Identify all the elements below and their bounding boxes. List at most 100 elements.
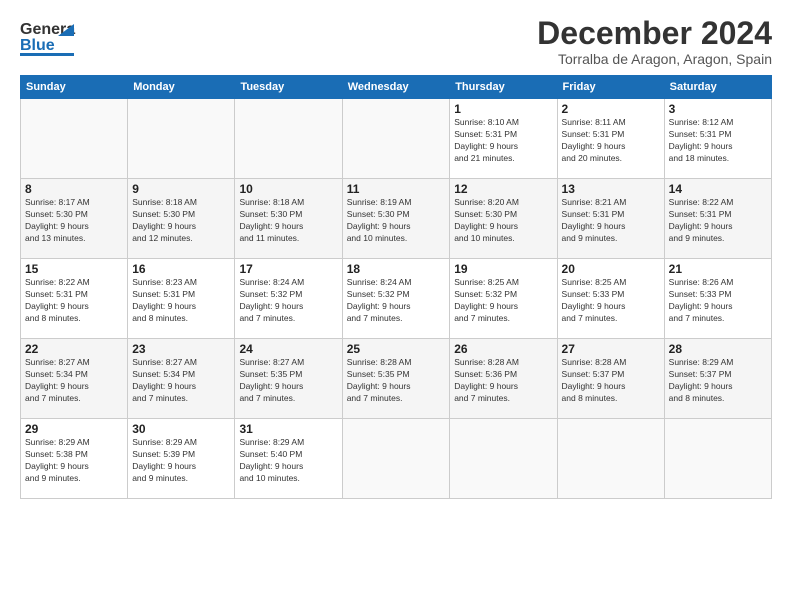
calendar-table: Sunday Monday Tuesday Wednesday Thursday… [20,75,772,499]
day-info: Sunrise: 8:28 AMSunset: 5:36 PMDaylight:… [454,357,552,405]
day-info: Sunrise: 8:10 AMSunset: 5:31 PMDaylight:… [454,117,552,165]
day-number: 15 [25,262,123,276]
day-info: Sunrise: 8:29 AMSunset: 5:40 PMDaylight:… [239,437,337,485]
day-info: Sunrise: 8:22 AMSunset: 5:31 PMDaylight:… [25,277,123,325]
day-info: Sunrise: 8:21 AMSunset: 5:31 PMDaylight:… [562,197,660,245]
day-info: Sunrise: 8:26 AMSunset: 5:33 PMDaylight:… [669,277,767,325]
calendar-cell [557,419,664,499]
day-number: 22 [25,342,123,356]
day-info: Sunrise: 8:17 AMSunset: 5:30 PMDaylight:… [25,197,123,245]
day-number: 26 [454,342,552,356]
calendar-cell: 12Sunrise: 8:20 AMSunset: 5:30 PMDayligh… [450,179,557,259]
day-info: Sunrise: 8:28 AMSunset: 5:35 PMDaylight:… [347,357,446,405]
day-info: Sunrise: 8:29 AMSunset: 5:39 PMDaylight:… [132,437,230,485]
day-number: 14 [669,182,767,196]
day-info: Sunrise: 8:20 AMSunset: 5:30 PMDaylight:… [454,197,552,245]
day-info: Sunrise: 8:11 AMSunset: 5:31 PMDaylight:… [562,117,660,165]
day-number: 20 [562,262,660,276]
calendar-cell: 26Sunrise: 8:28 AMSunset: 5:36 PMDayligh… [450,339,557,419]
page: General Blue December 2024 Torralba de A… [0,0,792,612]
calendar-cell: 2Sunrise: 8:11 AMSunset: 5:31 PMDaylight… [557,99,664,179]
calendar-header-row: Sunday Monday Tuesday Wednesday Thursday… [21,76,772,99]
calendar-cell: 1Sunrise: 8:10 AMSunset: 5:31 PMDaylight… [450,99,557,179]
calendar-cell [235,99,342,179]
day-number: 1 [454,102,552,116]
day-number: 28 [669,342,767,356]
calendar-cell: 9Sunrise: 8:18 AMSunset: 5:30 PMDaylight… [128,179,235,259]
day-number: 19 [454,262,552,276]
col-tuesday: Tuesday [235,76,342,99]
day-info: Sunrise: 8:18 AMSunset: 5:30 PMDaylight:… [132,197,230,245]
day-number: 3 [669,102,767,116]
calendar-cell: 8Sunrise: 8:17 AMSunset: 5:30 PMDaylight… [21,179,128,259]
day-number: 24 [239,342,337,356]
day-info: Sunrise: 8:18 AMSunset: 5:30 PMDaylight:… [239,197,337,245]
day-info: Sunrise: 8:25 AMSunset: 5:32 PMDaylight:… [454,277,552,325]
calendar-cell [450,419,557,499]
calendar-cell [21,99,128,179]
day-number: 23 [132,342,230,356]
calendar-week-2: 8Sunrise: 8:17 AMSunset: 5:30 PMDaylight… [21,179,772,259]
calendar-cell: 19Sunrise: 8:25 AMSunset: 5:32 PMDayligh… [450,259,557,339]
calendar-cell: 15Sunrise: 8:22 AMSunset: 5:31 PMDayligh… [21,259,128,339]
calendar-cell: 20Sunrise: 8:25 AMSunset: 5:33 PMDayligh… [557,259,664,339]
calendar-cell: 21Sunrise: 8:26 AMSunset: 5:33 PMDayligh… [664,259,771,339]
day-number: 2 [562,102,660,116]
day-number: 11 [347,182,446,196]
calendar-cell: 23Sunrise: 8:27 AMSunset: 5:34 PMDayligh… [128,339,235,419]
logo: General Blue [20,16,76,65]
day-info: Sunrise: 8:24 AMSunset: 5:32 PMDaylight:… [239,277,337,325]
day-number: 9 [132,182,230,196]
day-number: 12 [454,182,552,196]
day-number: 13 [562,182,660,196]
col-wednesday: Wednesday [342,76,450,99]
calendar-cell [128,99,235,179]
calendar-cell: 24Sunrise: 8:27 AMSunset: 5:35 PMDayligh… [235,339,342,419]
col-sunday: Sunday [21,76,128,99]
day-info: Sunrise: 8:29 AMSunset: 5:37 PMDaylight:… [669,357,767,405]
day-number: 30 [132,422,230,436]
day-info: Sunrise: 8:25 AMSunset: 5:33 PMDaylight:… [562,277,660,325]
col-friday: Friday [557,76,664,99]
svg-text:Blue: Blue [20,37,55,54]
col-monday: Monday [128,76,235,99]
col-thursday: Thursday [450,76,557,99]
day-info: Sunrise: 8:29 AMSunset: 5:38 PMDaylight:… [25,437,123,485]
calendar-cell: 18Sunrise: 8:24 AMSunset: 5:32 PMDayligh… [342,259,450,339]
calendar-cell: 25Sunrise: 8:28 AMSunset: 5:35 PMDayligh… [342,339,450,419]
calendar-cell: 28Sunrise: 8:29 AMSunset: 5:37 PMDayligh… [664,339,771,419]
calendar-week-4: 22Sunrise: 8:27 AMSunset: 5:34 PMDayligh… [21,339,772,419]
day-number: 10 [239,182,337,196]
day-info: Sunrise: 8:28 AMSunset: 5:37 PMDaylight:… [562,357,660,405]
title-area: December 2024 Torralba de Aragon, Aragon… [537,16,772,67]
calendar-cell: 13Sunrise: 8:21 AMSunset: 5:31 PMDayligh… [557,179,664,259]
day-number: 29 [25,422,123,436]
calendar-cell: 27Sunrise: 8:28 AMSunset: 5:37 PMDayligh… [557,339,664,419]
day-number: 17 [239,262,337,276]
calendar-cell: 31Sunrise: 8:29 AMSunset: 5:40 PMDayligh… [235,419,342,499]
location: Torralba de Aragon, Aragon, Spain [537,51,772,67]
calendar-cell: 14Sunrise: 8:22 AMSunset: 5:31 PMDayligh… [664,179,771,259]
calendar-cell: 30Sunrise: 8:29 AMSunset: 5:39 PMDayligh… [128,419,235,499]
day-number: 31 [239,422,337,436]
day-info: Sunrise: 8:22 AMSunset: 5:31 PMDaylight:… [669,197,767,245]
day-number: 25 [347,342,446,356]
calendar-cell [342,419,450,499]
day-info: Sunrise: 8:19 AMSunset: 5:30 PMDaylight:… [347,197,446,245]
calendar-week-5: 29Sunrise: 8:29 AMSunset: 5:38 PMDayligh… [21,419,772,499]
logo-icon: General Blue [20,16,76,65]
calendar-cell: 16Sunrise: 8:23 AMSunset: 5:31 PMDayligh… [128,259,235,339]
day-number: 8 [25,182,123,196]
calendar-cell: 3Sunrise: 8:12 AMSunset: 5:31 PMDaylight… [664,99,771,179]
day-info: Sunrise: 8:12 AMSunset: 5:31 PMDaylight:… [669,117,767,165]
day-number: 16 [132,262,230,276]
day-info: Sunrise: 8:24 AMSunset: 5:32 PMDaylight:… [347,277,446,325]
header: General Blue December 2024 Torralba de A… [20,16,772,67]
day-number: 18 [347,262,446,276]
day-info: Sunrise: 8:27 AMSunset: 5:34 PMDaylight:… [25,357,123,405]
calendar-cell: 11Sunrise: 8:19 AMSunset: 5:30 PMDayligh… [342,179,450,259]
month-title: December 2024 [537,16,772,51]
col-saturday: Saturday [664,76,771,99]
calendar-cell [342,99,450,179]
calendar-cell: 22Sunrise: 8:27 AMSunset: 5:34 PMDayligh… [21,339,128,419]
